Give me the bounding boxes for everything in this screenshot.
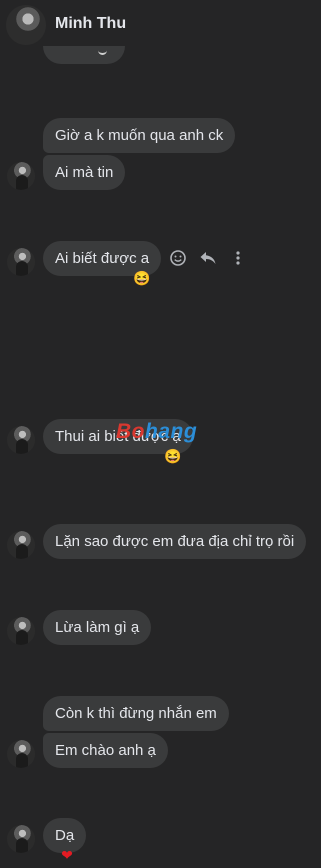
more-icon[interactable] bbox=[228, 248, 248, 268]
sender-avatar bbox=[7, 740, 35, 768]
sender-avatar bbox=[7, 162, 35, 190]
message-bubble[interactable]: Em chào anh ạ bbox=[43, 733, 168, 768]
laugh-reaction[interactable]: 😆 bbox=[133, 270, 150, 286]
message-bubble[interactable]: Lặn sao được em đưa địa chỉ trọ rồi bbox=[43, 524, 307, 559]
sender-avatar bbox=[7, 531, 35, 559]
emoji-icon[interactable] bbox=[168, 248, 188, 268]
heart-reaction[interactable]: ❤ bbox=[59, 847, 75, 863]
contact-name[interactable]: Minh Thu bbox=[55, 15, 126, 33]
message-bubble[interactable]: Giờ a k muốn qua anh ck bbox=[43, 118, 236, 153]
watermark-logo: Bohang bbox=[116, 420, 197, 444]
contact-avatar[interactable] bbox=[6, 5, 46, 45]
message-bubble[interactable]: Lừa làm gì ạ bbox=[43, 610, 152, 645]
reply-icon[interactable] bbox=[198, 248, 218, 268]
chat-window: Minh Thu Giờ a k muốn qua anh ck Ai mà t… bbox=[0, 0, 321, 868]
message-actions bbox=[168, 248, 248, 268]
sender-avatar bbox=[7, 825, 35, 853]
message-bubble[interactable]: Còn k thì đừng nhắn em bbox=[43, 696, 229, 731]
watermark-part-blue: hang bbox=[145, 420, 198, 443]
watermark-part-red: Bo bbox=[116, 420, 145, 443]
chat-header: Minh Thu bbox=[0, 0, 321, 46]
laugh-reaction[interactable]: 😆 bbox=[164, 448, 181, 464]
sender-avatar bbox=[7, 248, 35, 276]
sender-avatar bbox=[7, 426, 35, 454]
sender-avatar bbox=[7, 617, 35, 645]
message-bubble[interactable]: Ai mà tin bbox=[43, 155, 126, 190]
